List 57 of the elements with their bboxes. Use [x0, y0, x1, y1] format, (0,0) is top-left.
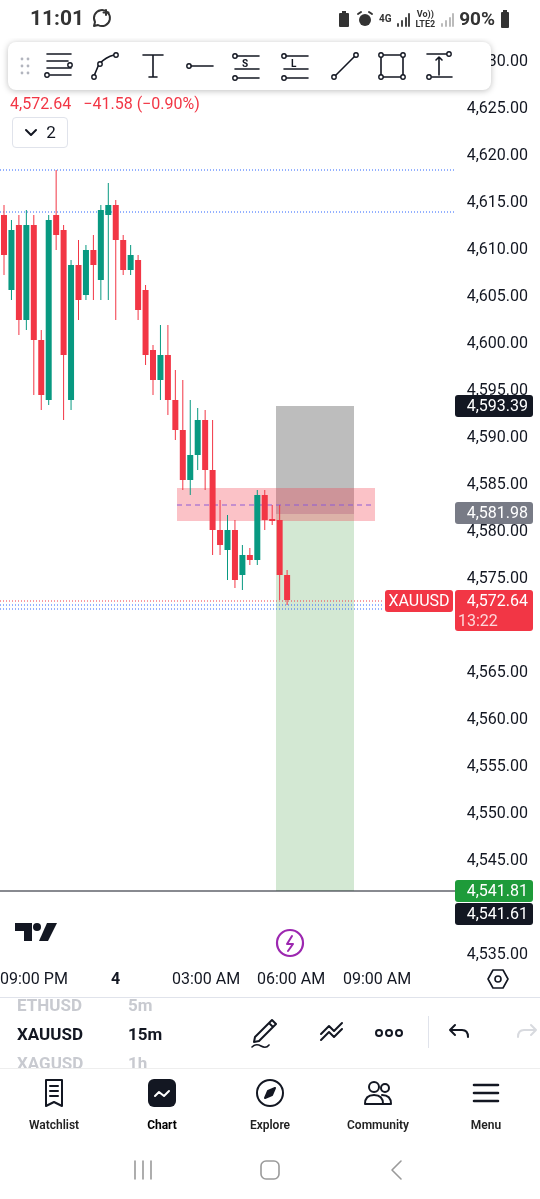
- drawing-tool[interactable]: L: [278, 48, 316, 84]
- alarm-icon: [355, 10, 374, 28]
- battery-icon: [500, 9, 510, 29]
- price-label: 4,555.00: [466, 755, 528, 777]
- price-label: 4,625.00: [466, 97, 528, 119]
- chevron-down-icon: [24, 127, 39, 138]
- clock: 11:01: [30, 5, 85, 33]
- settings-icon[interactable]: [486, 967, 510, 991]
- price-value: 4,572.64: [466, 590, 528, 611]
- price-tag: 4,581.98: [455, 502, 533, 524]
- compass-icon: [254, 1077, 286, 1109]
- price-tag: 4,541.61: [455, 903, 533, 925]
- price-label: 4,585.00: [466, 473, 528, 495]
- nav-tab[interactable]: Menu: [432, 1069, 540, 1140]
- signal-icon: [440, 11, 455, 27]
- drawing-tool[interactable]: S: [229, 48, 267, 84]
- lightning-icon[interactable]: [275, 928, 305, 958]
- price-label: 4,605.00: [466, 285, 528, 307]
- home-icon[interactable]: [259, 1158, 281, 1181]
- price-label: 4,600.00: [466, 332, 528, 354]
- time-label: 4: [111, 968, 121, 990]
- price-label: 4,590.00: [466, 426, 528, 448]
- price-label: 4,620.00: [466, 144, 528, 166]
- network-type: 4G: [378, 14, 392, 24]
- symbol-option[interactable]: XAUUSD 15m: [17, 1023, 163, 1045]
- nav-tab[interactable]: Community: [324, 1069, 432, 1140]
- price-label: 4,535.00: [466, 943, 528, 965]
- time-label: 06:00 AM: [257, 968, 326, 990]
- price-label: 4,610.00: [466, 238, 528, 260]
- symbol-tag: XAUUSD: [385, 590, 453, 612]
- nav-tab[interactable]: Explore: [216, 1069, 324, 1140]
- time-label: 09:00 PM: [0, 968, 68, 990]
- drag-handle-icon[interactable]: [20, 56, 30, 76]
- price-tag: 4,593.39: [455, 395, 533, 417]
- countdown: 13:22: [457, 611, 498, 630]
- nav-tab[interactable]: Watchlist: [0, 1069, 108, 1140]
- nav-tab[interactable]: Chart: [108, 1069, 216, 1140]
- price-label: 4,575.00: [466, 567, 528, 589]
- highlight-zone[interactable]: [177, 488, 375, 521]
- last-price: 4,572.64: [10, 93, 72, 115]
- time-label: 03:00 AM: [172, 968, 241, 990]
- network-type: Vo)): [416, 9, 434, 19]
- time-label: 09:00 AM: [343, 968, 412, 990]
- price-label: 4,550.00: [466, 802, 528, 824]
- tradingview-logo-icon[interactable]: [15, 923, 57, 943]
- network-type: LTE2: [415, 19, 436, 29]
- legend-toggle[interactable]: 2: [12, 117, 68, 148]
- price-label: 4,545.00: [466, 849, 528, 871]
- price-label: 4,565.00: [466, 661, 528, 683]
- price-change: −41.58 (−0.90%): [83, 93, 200, 115]
- chart-icon: [146, 1077, 178, 1109]
- price-label: 4,615.00: [466, 191, 528, 213]
- chat-notification-icon: [90, 8, 113, 30]
- price-tag: 4,541.81: [455, 880, 533, 902]
- signal-icon: [396, 11, 411, 27]
- battery-percent: 90%: [459, 5, 495, 32]
- price-label: 4,560.00: [466, 708, 528, 730]
